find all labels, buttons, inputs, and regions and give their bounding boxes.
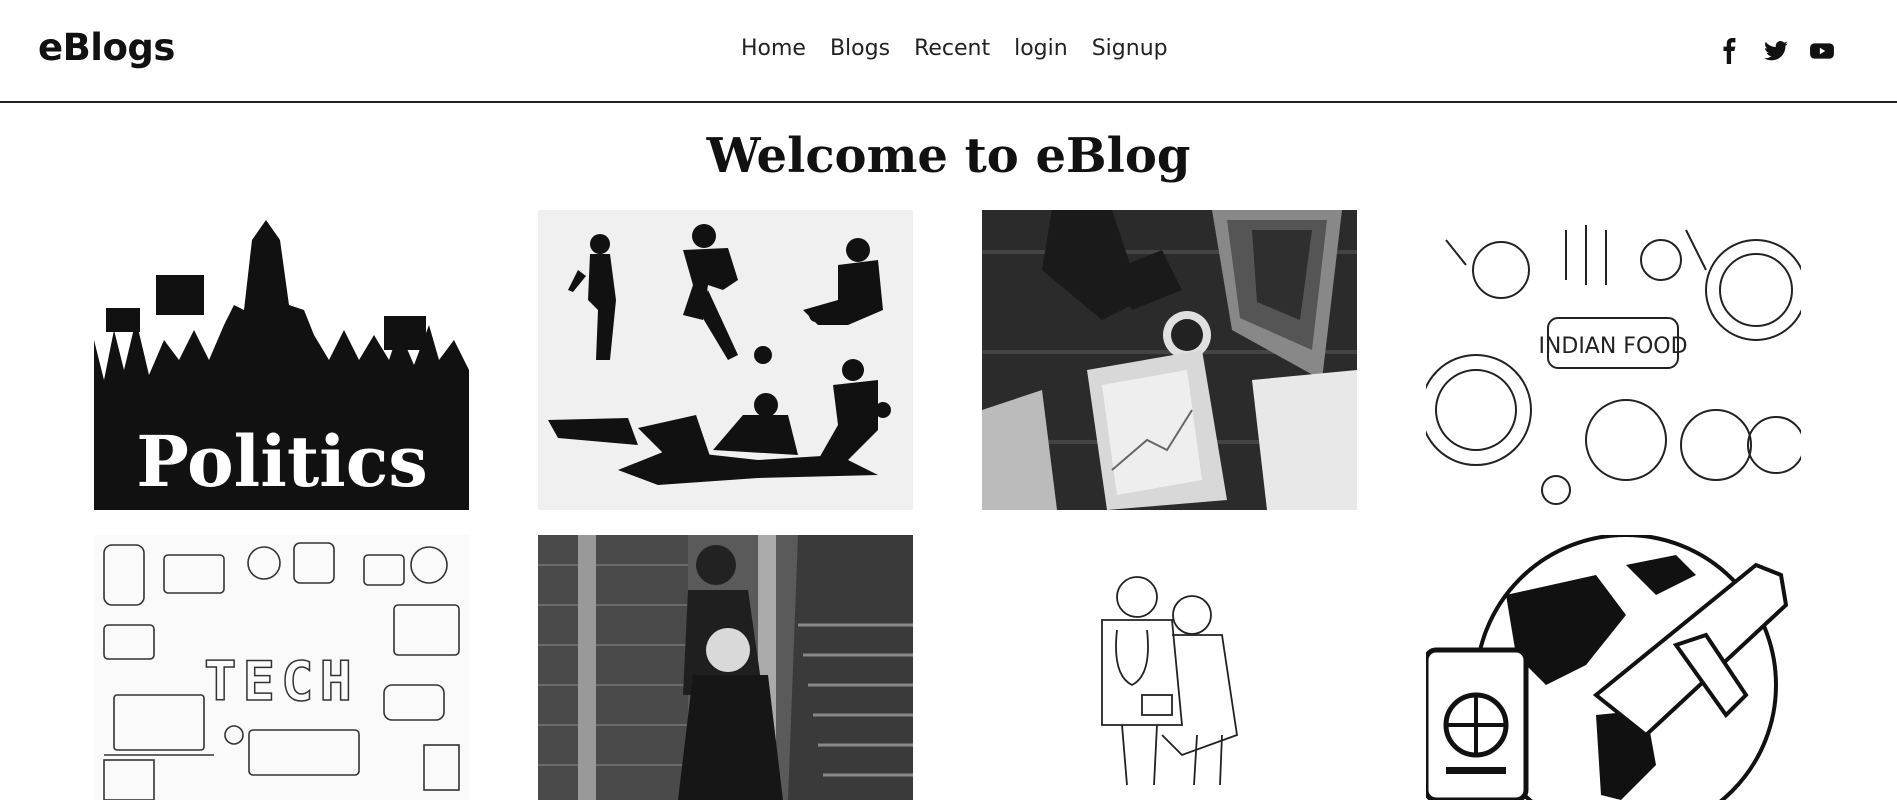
blog-card-food[interactable]: INDIAN FOOD bbox=[1426, 210, 1801, 510]
blog-card-business[interactable] bbox=[982, 210, 1357, 510]
facebook-icon[interactable] bbox=[1717, 38, 1743, 64]
blog-card-sports[interactable] bbox=[538, 210, 913, 510]
health-image bbox=[982, 535, 1357, 800]
nav-link-home[interactable]: Home bbox=[741, 36, 806, 61]
page-title: Welcome to eBlog bbox=[706, 128, 1191, 184]
blog-card-tech[interactable]: TECH bbox=[94, 535, 469, 800]
main-nav: Home Blogs Recent login Signup bbox=[741, 36, 1192, 61]
youtube-icon[interactable] bbox=[1809, 38, 1835, 64]
nav-link-recent[interactable]: Recent bbox=[914, 36, 990, 61]
nav-link-blogs[interactable]: Blogs bbox=[830, 36, 890, 61]
social-links bbox=[1717, 38, 1835, 64]
tech-image: TECH bbox=[94, 535, 469, 800]
navbar: eBlogs Home Blogs Recent login Signup bbox=[0, 0, 1897, 103]
twitter-icon[interactable] bbox=[1763, 38, 1789, 64]
nav-link-login[interactable]: login bbox=[1014, 36, 1068, 61]
brand-logo[interactable]: eBlogs bbox=[38, 26, 175, 69]
food-caption: INDIAN FOOD bbox=[1538, 334, 1687, 359]
blog-card-travel[interactable] bbox=[1426, 535, 1801, 800]
politics-caption: Politics bbox=[136, 420, 428, 503]
blog-card-lifestyle[interactable] bbox=[538, 535, 913, 800]
blog-card-health[interactable] bbox=[982, 535, 1357, 800]
blog-card-politics[interactable]: Politics bbox=[94, 210, 469, 510]
politics-image: Politics bbox=[94, 210, 469, 510]
travel-image bbox=[1426, 535, 1801, 800]
food-image: INDIAN FOOD bbox=[1426, 210, 1801, 510]
tech-caption: TECH bbox=[204, 650, 358, 713]
business-image bbox=[982, 210, 1357, 510]
sports-image bbox=[538, 210, 913, 510]
lifestyle-image bbox=[538, 535, 913, 800]
nav-link-signup[interactable]: Signup bbox=[1092, 36, 1168, 61]
